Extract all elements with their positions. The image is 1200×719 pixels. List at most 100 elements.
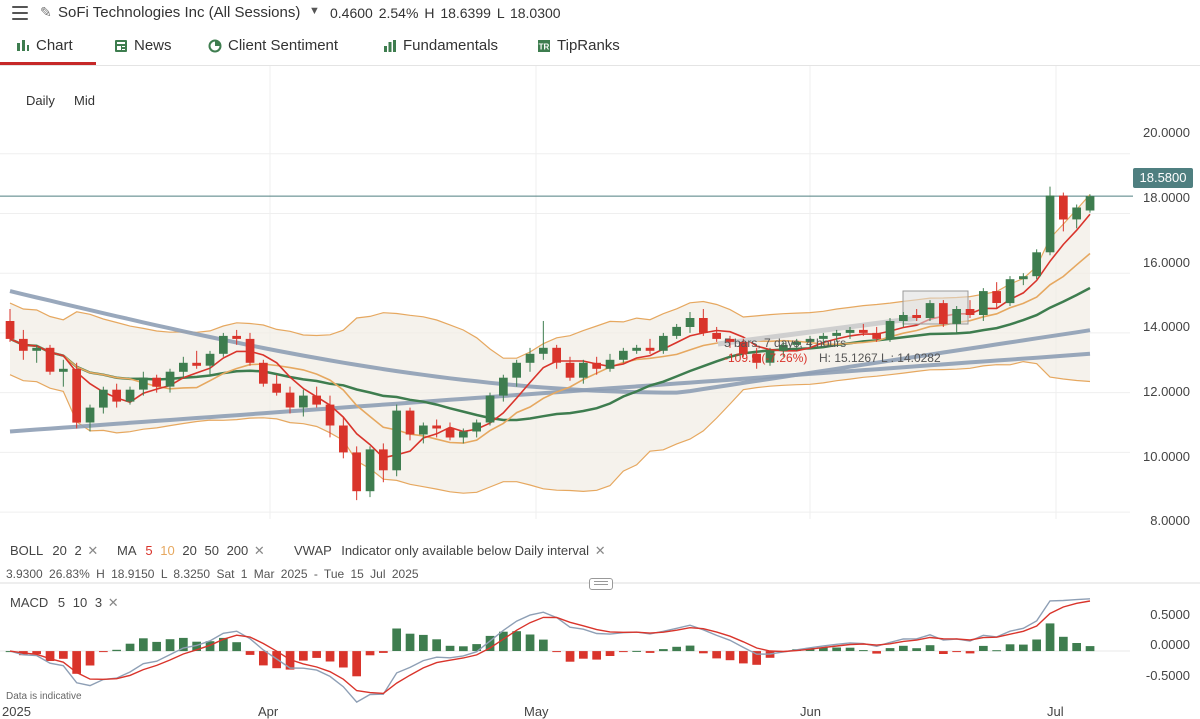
candle-body	[1019, 276, 1028, 280]
candle-body	[952, 309, 961, 324]
macd-hist-bar	[632, 650, 641, 652]
range-low: L 8.3250	[160, 567, 211, 581]
macd-y-tick: -0.5000	[1146, 668, 1190, 683]
macd-hist-bar	[672, 646, 681, 652]
tab-label: TipRanks	[557, 37, 620, 54]
macd-hist-bar	[1032, 639, 1041, 652]
candle-body	[45, 347, 55, 372]
macd-hist-bar	[432, 639, 441, 652]
tab-news[interactable]: News	[114, 37, 172, 54]
candle-body	[59, 368, 68, 372]
close-icon[interactable]: ✕	[254, 543, 265, 558]
macd-hist-bar	[579, 651, 588, 659]
range-high: H 18.9150	[96, 567, 155, 581]
candle-body	[405, 410, 415, 435]
candle-body	[512, 362, 521, 378]
close-icon[interactable]: ✕	[87, 543, 98, 558]
macd-pane	[0, 598, 1130, 703]
ma-legend[interactable]: MA 5 10 20 50 200 ✕	[117, 543, 265, 559]
close-icon[interactable]: ✕	[595, 543, 606, 558]
macd-hist-bar	[659, 649, 668, 652]
candle-body	[445, 428, 455, 438]
macd-hist-bar	[525, 634, 535, 651]
macd-hist-bar	[899, 645, 908, 651]
candle-body	[979, 291, 988, 315]
macd-hist-bar	[365, 651, 375, 656]
macd-hist-bar	[339, 651, 348, 668]
instrument-title[interactable]: SoFi Technologies Inc (All Sessions)	[58, 4, 300, 21]
candle-body	[1072, 207, 1081, 220]
tab-fundamentals[interactable]: Fundamentals	[383, 37, 498, 54]
candle-body	[179, 362, 188, 372]
macd-hist-bar	[859, 650, 868, 652]
macd-y-tick: 0.5000	[1150, 607, 1190, 622]
range-stats: 3.9300 26.83% H 18.9150 L 8.3250 Sat 1 M…	[6, 567, 419, 581]
macd-hist-bar	[952, 651, 961, 653]
tab-chart[interactable]: Chart	[16, 37, 73, 54]
ma-name: MA	[117, 543, 136, 558]
tab-label: Chart	[36, 37, 73, 54]
macd-hist-bar	[565, 651, 575, 662]
edit-icon[interactable]: ✎	[40, 4, 52, 21]
quote-change-pct: 2.54%	[378, 5, 419, 21]
last-price-label: 18.5800	[1133, 168, 1193, 188]
macd-hist-bar	[939, 651, 948, 654]
macd-hist-bar	[312, 651, 321, 658]
candle-body	[1005, 279, 1015, 304]
candle-body	[1045, 195, 1055, 253]
candle-body	[205, 353, 215, 366]
macd-hist-bar	[1059, 636, 1068, 652]
macd-hist-bar	[59, 651, 68, 659]
vwap-legend[interactable]: VWAP Indicator only available below Dail…	[294, 543, 606, 559]
macd-hist-bar	[885, 648, 895, 652]
candle-body	[992, 291, 1001, 303]
measure-hl: H: 15.1267 L : 14.0282	[819, 351, 941, 365]
macd-legend[interactable]: MACD 5 10 3 ✕	[10, 595, 119, 611]
candle-body	[419, 425, 428, 435]
candle-body	[912, 315, 921, 318]
tab-bar: Chart News Client Sentiment Fundamentals…	[0, 29, 1200, 66]
macd-hist-bar	[245, 651, 255, 655]
candle-body	[565, 362, 575, 378]
menu-icon[interactable]	[12, 6, 28, 20]
macd-hist-bar	[1045, 623, 1055, 651]
close-icon[interactable]: ✕	[108, 595, 119, 610]
candle-body	[672, 326, 681, 336]
y-tick: 10.0000	[1143, 449, 1190, 464]
macd-hist-bar	[379, 651, 388, 653]
tab-tipranks[interactable]: TR TipRanks	[537, 37, 620, 54]
chevron-down-icon[interactable]: ▼	[309, 5, 320, 17]
candle-body	[325, 404, 335, 426]
macd-hist-bar	[979, 645, 988, 651]
svg-text:TR: TR	[539, 42, 550, 51]
candle-body	[379, 449, 388, 471]
macd-p3: 3	[94, 595, 103, 610]
macd-hist-bar	[645, 651, 655, 653]
ma-p1: 5	[145, 543, 153, 558]
macd-axis: 0.5000 0.0000 -0.5000	[1146, 607, 1190, 683]
macd-hist-bar	[299, 651, 308, 661]
pie-icon	[208, 39, 222, 52]
candle-body	[885, 321, 895, 339]
candle-body	[352, 452, 361, 492]
x-tick: 2025	[2, 704, 31, 719]
macd-hist-bar	[592, 651, 601, 660]
candle-body	[219, 335, 228, 354]
top-bar: ✎ SoFi Technologies Inc (All Sessions) ▼…	[0, 0, 1200, 26]
ma-p3: 20	[182, 543, 197, 558]
macd-y-tick: 0.0000	[1150, 637, 1190, 652]
candle-body	[259, 362, 268, 384]
boll-legend[interactable]: BOLL 20 2 ✕	[10, 543, 98, 559]
macd-hist-bar	[1072, 643, 1081, 652]
pane-resize-handle[interactable]	[589, 578, 613, 590]
macd-p1: 5	[57, 595, 66, 610]
price-chart[interactable]: 20.0000 18.0000 16.0000 14.0000 12.0000 …	[0, 66, 1200, 719]
tab-client-sentiment[interactable]: Client Sentiment	[208, 37, 338, 54]
candle-body	[272, 383, 281, 393]
candle-body	[165, 371, 175, 387]
range-dates: Sat 1 Mar 2025 - Tue 15 Jul 2025	[216, 567, 419, 581]
candle-body	[85, 407, 95, 423]
measure-bars: 5 bars, 7 days, 4 hours	[724, 336, 846, 350]
candle-body	[965, 309, 975, 315]
macd-hist-bar	[832, 647, 841, 652]
